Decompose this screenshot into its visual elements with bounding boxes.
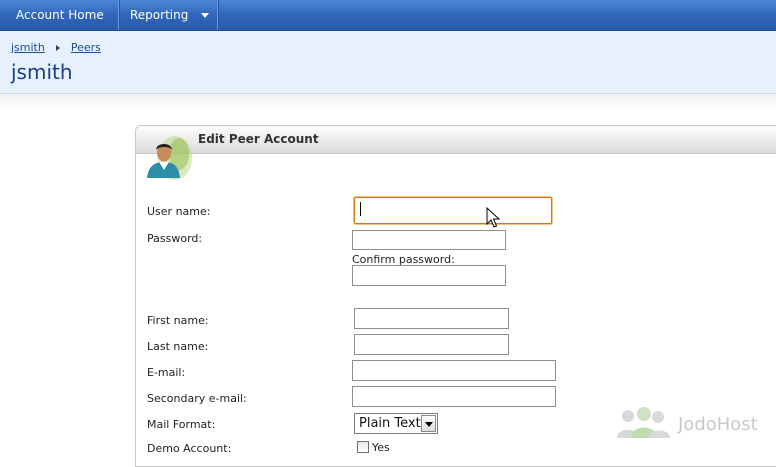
page-header: jsmith Peers jsmith <box>0 31 776 94</box>
nav-item-account-home[interactable]: Account Home <box>0 0 119 30</box>
username-input[interactable] <box>354 197 552 224</box>
confirm-password-input[interactable] <box>352 265 506 286</box>
breadcrumb-link-jsmith[interactable]: jsmith <box>11 41 45 54</box>
password-input[interactable] <box>352 230 506 250</box>
mail-format-selected: Plain Text <box>359 416 421 431</box>
nav-item-label: Account Home <box>16 8 104 22</box>
breadcrumb: jsmith Peers <box>11 41 101 54</box>
chevron-down-icon <box>201 13 210 18</box>
last-name-input[interactable] <box>354 334 509 355</box>
breadcrumb-link-peers[interactable]: Peers <box>71 41 101 54</box>
panel-title: Edit Peer Account <box>198 132 319 146</box>
page-title: jsmith <box>11 60 73 84</box>
last-name-label: Last name: <box>147 340 209 353</box>
panel-header: Edit Peer Account <box>136 126 776 154</box>
jodohost-logo-icon <box>617 407 670 438</box>
user-avatar-icon <box>147 136 192 180</box>
demo-account-label: Demo Account: <box>147 442 232 455</box>
demo-account-checkbox[interactable] <box>357 441 369 453</box>
password-label: Password: <box>147 232 203 245</box>
breadcrumb-separator-icon <box>56 45 61 51</box>
mail-format-label: Mail Format: <box>147 418 216 431</box>
dropdown-arrow-icon[interactable] <box>421 415 436 432</box>
nav-item-label: Reporting <box>130 8 189 22</box>
nav-item-reporting[interactable]: Reporting <box>114 0 219 30</box>
text-caret <box>360 202 361 216</box>
top-navigation-bar: Account Home Reporting <box>0 0 776 31</box>
email-label: E-mail: <box>147 366 186 379</box>
first-name-label: First name: <box>147 314 209 327</box>
secondary-email-label: Secondary e-mail: <box>147 392 247 405</box>
email-input[interactable] <box>352 360 556 381</box>
first-name-input[interactable] <box>354 308 509 329</box>
demo-account-option-label: Yes <box>372 441 390 454</box>
secondary-email-input[interactable] <box>352 386 556 407</box>
mouse-cursor-icon <box>486 207 500 228</box>
username-label: User name: <box>147 205 211 218</box>
watermark-text: JodoHost <box>678 414 758 435</box>
mail-format-select[interactable]: Plain Text <box>354 413 438 434</box>
header-shadow <box>0 94 776 108</box>
